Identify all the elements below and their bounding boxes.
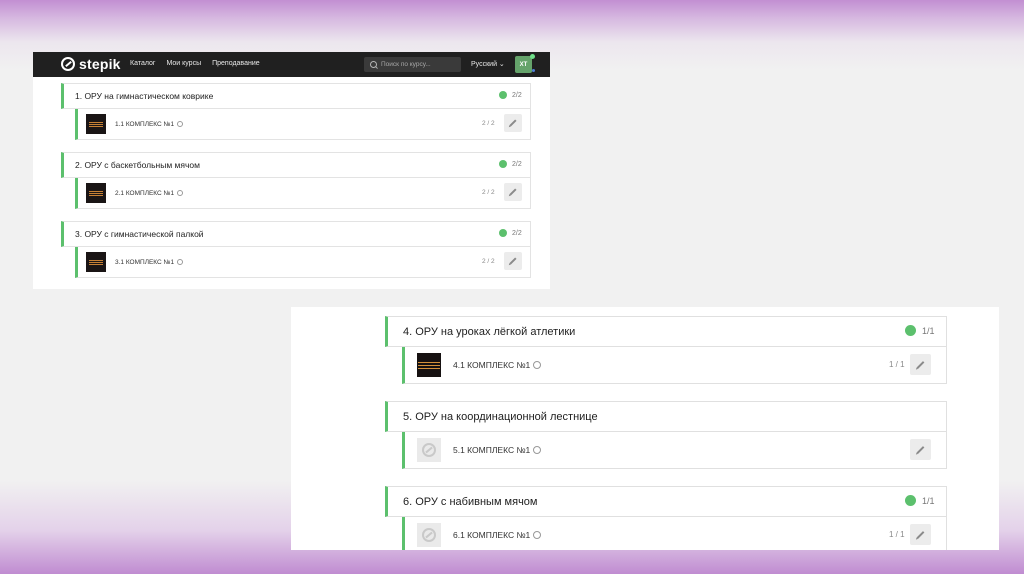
module-progress: 2/2 bbox=[512, 92, 522, 99]
nav-catalog[interactable]: Каталог bbox=[130, 60, 155, 67]
lesson-label: 5.1 КОМПЛЕКС №1 bbox=[453, 445, 542, 455]
pencil-icon bbox=[916, 445, 925, 454]
module-item: 2. ОРУ с баскетбольным мячом 2/2 2.1 КОМ… bbox=[61, 152, 531, 209]
pencil-icon bbox=[509, 188, 517, 196]
pencil-icon bbox=[509, 119, 517, 127]
stepik-logo-icon bbox=[61, 57, 75, 71]
progress-complete-icon bbox=[499, 91, 507, 99]
module-header[interactable]: 1. ОРУ на гимнастическом коврике 2/2 bbox=[61, 83, 531, 109]
lesson-label: 4.1 КОМПЛЕКС №1 bbox=[453, 360, 542, 370]
edit-button[interactable] bbox=[504, 183, 522, 201]
module-header[interactable]: 6. ОРУ с набивным мячом 1/1 bbox=[385, 486, 947, 517]
lesson-status-icon bbox=[177, 120, 184, 127]
lesson-row[interactable]: 2.1 КОМПЛЕКС №1 2 / 2 bbox=[75, 178, 531, 209]
main-nav: Каталог Мои курсы Преподавание bbox=[130, 60, 260, 67]
lesson-thumbnail bbox=[86, 183, 106, 203]
lesson-progress: 2 / 2 bbox=[482, 189, 495, 196]
module-header[interactable]: 2. ОРУ с баскетбольным мячом 2/2 bbox=[61, 152, 531, 178]
module-list-bottom: 4. ОРУ на уроках лёгкой атлетики 1/1 4.1… bbox=[385, 316, 947, 550]
language-selector[interactable]: Русский ⌄ bbox=[471, 60, 505, 68]
lesson-row[interactable]: 6.1 КОМПЛЕКС №1 1 / 1 bbox=[402, 517, 947, 550]
module-title: 1. ОРУ на гимнастическом коврике bbox=[75, 91, 214, 101]
nav-teaching[interactable]: Преподавание bbox=[212, 60, 260, 67]
lesson-thumbnail bbox=[86, 252, 106, 272]
module-progress: 2/2 bbox=[512, 161, 522, 168]
lesson-progress: 2 / 2 bbox=[482, 120, 495, 127]
lesson-label: 3.1 КОМПЛЕКС №1 bbox=[115, 258, 184, 266]
pencil-icon bbox=[916, 360, 925, 369]
lesson-row[interactable]: 1.1 КОМПЛЕКС №1 2 / 2 bbox=[75, 109, 531, 140]
lesson-label: 6.1 КОМПЛЕКС №1 bbox=[453, 530, 542, 540]
lesson-label: 2.1 КОМПЛЕКС №1 bbox=[115, 189, 184, 197]
module-progress: 1/1 bbox=[922, 496, 935, 506]
lesson-thumbnail bbox=[417, 523, 441, 547]
search-icon bbox=[370, 61, 377, 68]
avatar[interactable]: ХТ bbox=[515, 56, 532, 73]
status-dot-icon bbox=[532, 69, 535, 72]
search-input[interactable]: Поиск по курсу... bbox=[364, 57, 461, 72]
lesson-progress: 1 / 1 bbox=[889, 530, 905, 539]
notification-dot-icon bbox=[530, 54, 535, 59]
module-title: 5. ОРУ на координационной лестнице bbox=[403, 410, 598, 423]
edit-button[interactable] bbox=[504, 114, 522, 132]
module-progress: 1/1 bbox=[922, 326, 935, 336]
module-title: 3. ОРУ с гимнастической палкой bbox=[75, 229, 204, 239]
progress-complete-icon bbox=[499, 160, 507, 168]
module-item: 6. ОРУ с набивным мячом 1/1 6.1 КОМПЛЕКС… bbox=[385, 486, 947, 550]
lesson-status-icon bbox=[177, 189, 184, 196]
lesson-row[interactable]: 5.1 КОМПЛЕКС №1 bbox=[402, 432, 947, 469]
module-header[interactable]: 3. ОРУ с гимнастической палкой 2/2 bbox=[61, 221, 531, 247]
module-item: 3. ОРУ с гимнастической палкой 2/2 3.1 К… bbox=[61, 221, 531, 278]
screenshot-top: stepik Каталог Мои курсы Преподавание По… bbox=[33, 52, 550, 289]
screenshot-bottom: 4. ОРУ на уроках лёгкой атлетики 1/1 4.1… bbox=[291, 307, 999, 550]
lesson-status-icon bbox=[533, 361, 542, 369]
edit-button[interactable] bbox=[910, 524, 931, 545]
search-placeholder: Поиск по курсу... bbox=[381, 61, 431, 68]
module-item: 1. ОРУ на гимнастическом коврике 2/2 1.1… bbox=[61, 83, 531, 140]
module-progress: 2/2 bbox=[512, 230, 522, 237]
module-title: 6. ОРУ с набивным мячом bbox=[403, 495, 538, 508]
progress-complete-icon bbox=[905, 495, 916, 506]
lesson-row[interactable]: 3.1 КОМПЛЕКС №1 2 / 2 bbox=[75, 247, 531, 278]
nav-my-courses[interactable]: Мои курсы bbox=[166, 60, 201, 67]
module-item: 5. ОРУ на координационной лестнице 5.1 К… bbox=[385, 401, 947, 469]
pencil-icon bbox=[916, 530, 925, 539]
edit-button[interactable] bbox=[910, 354, 931, 375]
module-item: 4. ОРУ на уроках лёгкой атлетики 1/1 4.1… bbox=[385, 316, 947, 384]
lesson-status-icon bbox=[533, 531, 542, 539]
edit-button[interactable] bbox=[504, 252, 522, 270]
lesson-status-icon bbox=[533, 446, 542, 454]
lesson-thumbnail bbox=[417, 353, 441, 377]
lesson-progress: 1 / 1 bbox=[889, 360, 905, 369]
lesson-progress: 2 / 2 bbox=[482, 258, 495, 265]
edit-button[interactable] bbox=[910, 439, 931, 460]
module-list-top: 1. ОРУ на гимнастическом коврике 2/2 1.1… bbox=[61, 83, 531, 289]
stepik-logo[interactable]: stepik bbox=[61, 56, 121, 72]
progress-complete-icon bbox=[499, 229, 507, 237]
pencil-icon bbox=[509, 257, 517, 265]
lesson-thumbnail bbox=[86, 114, 106, 134]
module-title: 2. ОРУ с баскетбольным мячом bbox=[75, 160, 200, 170]
lesson-thumbnail bbox=[417, 438, 441, 462]
lesson-status-icon bbox=[177, 258, 184, 265]
lesson-row[interactable]: 4.1 КОМПЛЕКС №1 1 / 1 bbox=[402, 347, 947, 384]
module-header[interactable]: 4. ОРУ на уроках лёгкой атлетики 1/1 bbox=[385, 316, 947, 347]
stepik-placeholder-icon bbox=[422, 443, 436, 457]
progress-complete-icon bbox=[905, 325, 916, 336]
module-title: 4. ОРУ на уроках лёгкой атлетики bbox=[403, 325, 576, 338]
lesson-label: 1.1 КОМПЛЕКС №1 bbox=[115, 120, 184, 128]
module-header[interactable]: 5. ОРУ на координационной лестнице bbox=[385, 401, 947, 432]
top-navbar: stepik Каталог Мои курсы Преподавание По… bbox=[33, 52, 550, 77]
stepik-placeholder-icon bbox=[422, 528, 436, 542]
brand-name: stepik bbox=[79, 56, 121, 72]
